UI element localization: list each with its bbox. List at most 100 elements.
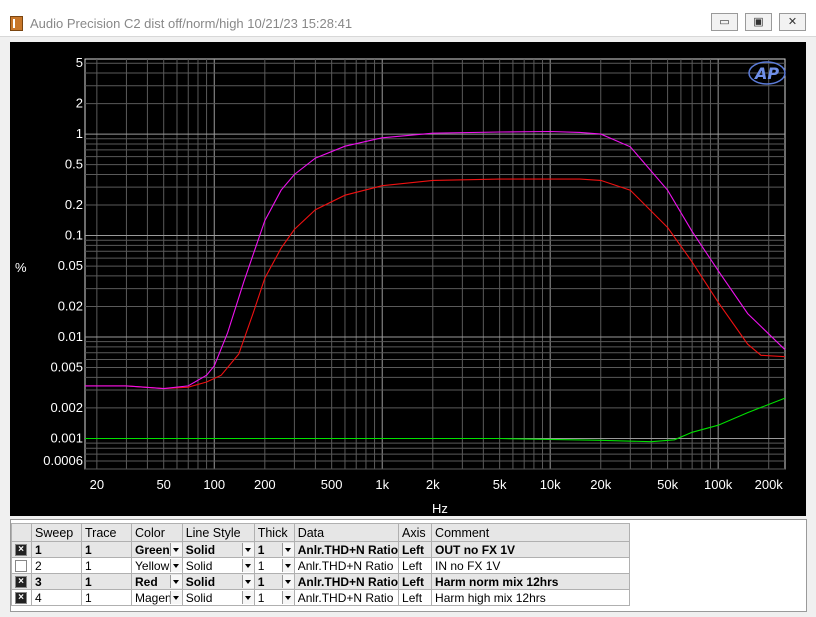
legend-row[interactable]: 2 1 Yellow Solid 1 Anlr.THD+N Ratio Left IN no … (11, 557, 631, 574)
legend-cell-comment: Harm norm mix 12hrs (431, 573, 631, 590)
legend-header-row: Sweep Trace Color Line Style Thick Data … (11, 523, 631, 542)
legend-cell-sweep: 2 (31, 557, 82, 574)
dropdown-arrow-icon[interactable] (169, 590, 182, 604)
legend-enable-cell[interactable]: × (11, 589, 32, 606)
maximize-button[interactable]: ▣ (745, 13, 772, 31)
legend-cell-sweep: 4 (31, 589, 82, 606)
logo-text: AP (753, 64, 779, 83)
dropdown-arrow-icon[interactable] (241, 558, 254, 572)
legend-cell-axis: Left (398, 589, 433, 606)
x-tick-label: 50k (657, 477, 678, 492)
legend-header-trace[interactable]: Trace (81, 523, 132, 542)
thd-n-chart: 20 50 100 200 500 1k 2k 5k 10k 20k 50k 100k 200k 5 2 1 0… (15, 55, 786, 516)
dropdown-arrow-icon[interactable] (169, 574, 182, 588)
y-tick-label: 0.001 (50, 430, 83, 445)
legend-cell-color[interactable]: Green (131, 541, 183, 558)
legend-cell-text: Solid (185, 542, 216, 557)
legend-cell-sweep: 1 (31, 541, 82, 558)
legend-cell-text: 1 (85, 590, 92, 605)
legend-row[interactable]: × 4 1 Magenta Solid 1 Anlr.THD+N Ratio Left Harm… (11, 589, 631, 606)
enable-checkbox[interactable]: × (15, 544, 27, 557)
legend-header-axis[interactable]: Axis (398, 523, 433, 542)
legend-header-check[interactable] (11, 523, 32, 542)
minimize-button[interactable]: ▭ (711, 13, 738, 31)
legend-cell-text: Left (402, 542, 425, 557)
x-tick-label: 100 (203, 477, 225, 492)
legend-cell-text: 1 (257, 590, 265, 605)
dropdown-arrow-icon[interactable] (281, 590, 294, 604)
legend-cell-axis: Left (398, 573, 433, 590)
legend-cell-thick[interactable]: 1 (253, 573, 295, 590)
legend-cell-line-style[interactable]: Solid (181, 557, 255, 574)
audio-precision-app-icon[interactable] (10, 16, 23, 31)
legend-cell-comment: Harm high mix 12hrs (431, 589, 631, 606)
legend-enable-cell[interactable]: × (11, 541, 32, 558)
x-tick-label: 500 (321, 477, 343, 492)
y-tick-label: 5 (76, 55, 83, 70)
legend-cell-comment: OUT no FX 1V (431, 541, 631, 558)
legend-header-sweep[interactable]: Sweep (31, 523, 82, 542)
legend-header-thick[interactable]: Thick (253, 523, 295, 542)
y-tick-label: 1 (76, 126, 83, 141)
legend-cell-text: Harm norm mix 12hrs (435, 574, 559, 589)
legend-cell-trace: 1 (81, 573, 132, 590)
legend-cell-color[interactable]: Magenta (131, 589, 183, 606)
legend-cell-color[interactable]: Red (131, 573, 183, 590)
dropdown-arrow-icon[interactable] (241, 574, 254, 588)
legend-cell-text: 1 (257, 558, 265, 573)
enable-checkbox[interactable] (15, 560, 27, 573)
y-tick-label: 0.02 (58, 298, 83, 313)
close-button[interactable]: ✕ (779, 13, 806, 31)
legend-cell-thick[interactable]: 1 (253, 541, 295, 558)
y-tick-label: 0.0006 (43, 453, 83, 468)
legend-cell-text: Harm high mix 12hrs (435, 590, 546, 605)
enable-checkbox[interactable]: × (15, 576, 27, 589)
x-tick-label: 50 (156, 477, 170, 492)
x-tick-label: 20 (90, 477, 104, 492)
legend-cell-line-style[interactable]: Solid (181, 589, 255, 606)
legend-cell-text: Left (402, 590, 423, 605)
x-tick-label: 200k (755, 477, 784, 492)
legend-header-comment[interactable]: Comment (431, 523, 631, 542)
legend-cell-thick[interactable]: 1 (253, 589, 295, 606)
dropdown-arrow-icon[interactable] (281, 542, 294, 556)
dropdown-arrow-icon[interactable] (241, 590, 254, 604)
y-axis-title: % (15, 260, 27, 275)
legend-cell-text: 1 (85, 558, 92, 573)
legend-cell-trace: 1 (81, 589, 132, 606)
legend-cell-line-style[interactable]: Solid (181, 541, 255, 558)
x-tick-label: 10k (540, 477, 561, 492)
dropdown-arrow-icon[interactable] (169, 542, 182, 556)
enable-checkbox[interactable]: × (15, 592, 27, 605)
dropdown-arrow-icon[interactable] (169, 558, 182, 572)
legend-row[interactable]: × 1 1 Green Solid 1 Anlr.THD+N Ratio Left OUT no… (11, 541, 631, 558)
legend-cell-thick[interactable]: 1 (253, 557, 295, 574)
legend-cell-data: Anlr.THD+N Ratio (293, 589, 400, 606)
legend-header-data[interactable]: Data (293, 523, 400, 542)
y-tick-label: 0.05 (58, 258, 83, 273)
y-tick-label: 0.2 (65, 197, 83, 212)
legend-header-line-style[interactable]: Line Style (181, 523, 255, 542)
legend-cell-text: Anlr.THD+N Ratio (297, 558, 394, 573)
legend-enable-cell[interactable]: × (11, 573, 32, 590)
x-tick-label: 5k (493, 477, 507, 492)
legend-cell-axis: Left (398, 557, 433, 574)
legend-cell-line-style[interactable]: Solid (181, 573, 255, 590)
legend-cell-data: Anlr.THD+N Ratio (293, 541, 400, 558)
legend-cell-text: Magenta (135, 590, 170, 605)
dropdown-arrow-icon[interactable] (241, 542, 254, 556)
legend-cell-text: Anlr.THD+N Ratio (297, 574, 399, 589)
graph-panel[interactable]: 20 50 100 200 500 1k 2k 5k 10k 20k 50k 100k 200k 5 2 1 0… (10, 42, 806, 516)
y-tick-label: 0.005 (50, 360, 83, 375)
legend-cell-text: Anlr.THD+N Ratio (297, 590, 394, 605)
legend-enable-cell[interactable] (11, 557, 32, 574)
legend-cell-sweep: 3 (31, 573, 82, 590)
dropdown-arrow-icon[interactable] (281, 574, 294, 588)
dropdown-arrow-icon[interactable] (281, 558, 294, 572)
legend-cell-text: 1 (85, 542, 92, 557)
legend-header-color[interactable]: Color (131, 523, 183, 542)
legend-cell-color[interactable]: Yellow (131, 557, 183, 574)
x-tick-label: 100k (704, 477, 733, 492)
legend-row[interactable]: × 3 1 Red Solid 1 Anlr.THD+N Ratio Left Harm nor… (11, 573, 631, 590)
x-tick-label: 20k (590, 477, 611, 492)
